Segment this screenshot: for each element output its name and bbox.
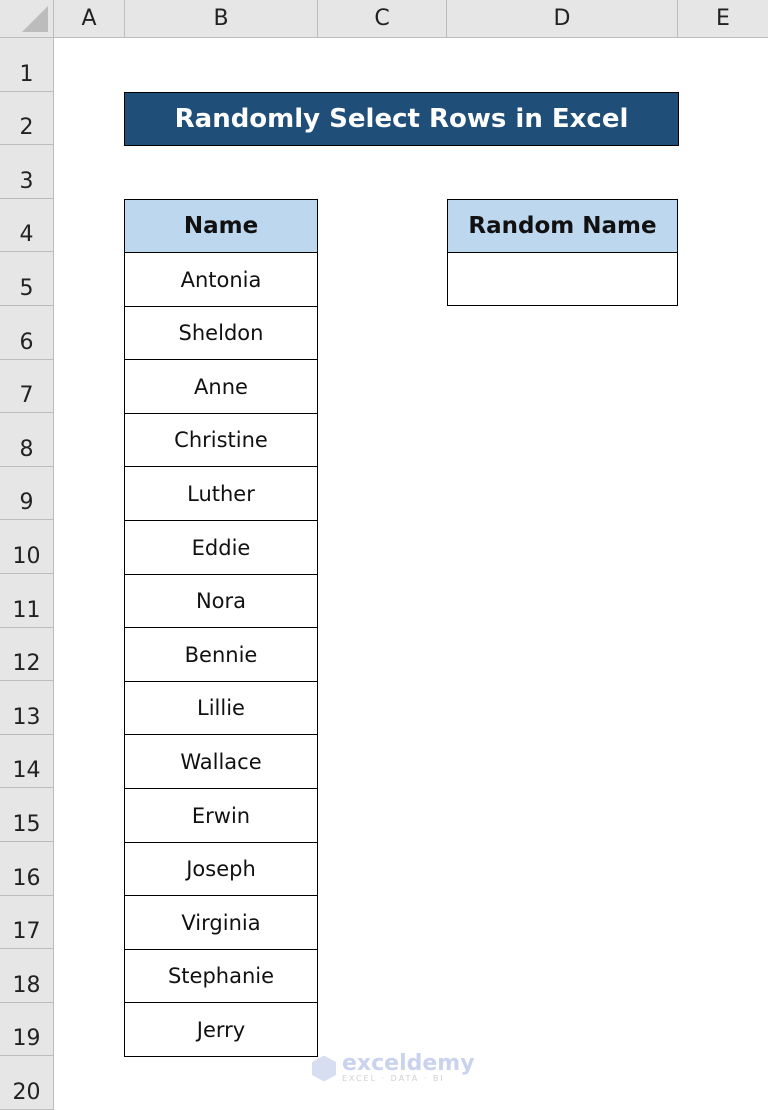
name-cell[interactable]: Virginia <box>124 895 318 951</box>
row-header-18[interactable]: 18 <box>0 949 54 1003</box>
row-header-19[interactable]: 19 <box>0 1002 54 1057</box>
name-cell[interactable]: Wallace <box>124 734 318 790</box>
row-header-14[interactable]: 14 <box>0 734 54 789</box>
column-header-d[interactable]: D <box>447 0 678 38</box>
name-cell[interactable]: Antonia <box>124 252 318 308</box>
exceldemy-logo-icon <box>312 1055 336 1082</box>
row-header-17[interactable]: 17 <box>0 895 54 950</box>
row-header-4[interactable]: 4 <box>0 198 54 253</box>
row-header-3[interactable]: 3 <box>0 145 54 199</box>
name-cell[interactable]: Joseph <box>124 841 318 897</box>
name-cell[interactable]: Erwin <box>124 788 318 844</box>
row-header-16[interactable]: 16 <box>0 842 54 896</box>
select-all-corner[interactable] <box>0 0 54 38</box>
name-cell[interactable]: Bennie <box>124 627 318 683</box>
row-header-20[interactable]: 20 <box>0 1056 54 1110</box>
row-header-15[interactable]: 15 <box>0 788 54 842</box>
watermark-brand: exceldemy <box>342 1051 475 1076</box>
name-cell[interactable]: Eddie <box>124 520 318 576</box>
name-cell[interactable]: Sheldon <box>124 305 318 361</box>
row-header-10[interactable]: 10 <box>0 520 54 574</box>
row-header-2[interactable]: 2 <box>0 91 54 146</box>
row-header-6[interactable]: 6 <box>0 306 54 360</box>
row-header-1[interactable]: 1 <box>0 38 54 92</box>
name-cell[interactable]: Jerry <box>124 1002 318 1058</box>
name-cell[interactable]: Stephanie <box>124 948 318 1004</box>
name-cell[interactable]: Christine <box>124 412 318 468</box>
column-header-b[interactable]: B <box>125 0 318 38</box>
row-header-11[interactable]: 11 <box>0 574 54 628</box>
select-all-icon <box>22 6 48 32</box>
name-cell[interactable]: Nora <box>124 573 318 629</box>
name-header-cell[interactable]: Name <box>124 199 318 253</box>
name-cell[interactable]: Luther <box>124 466 318 522</box>
name-cell[interactable]: Lillie <box>124 680 318 736</box>
random-name-result-cell[interactable] <box>447 252 678 306</box>
row-header-9[interactable]: 9 <box>0 466 54 521</box>
column-header-e[interactable]: E <box>678 0 768 38</box>
row-header-13[interactable]: 13 <box>0 681 54 735</box>
row-header-8[interactable]: 8 <box>0 413 54 467</box>
sheet-title: Randomly Select Rows in Excel <box>124 92 679 146</box>
name-cell[interactable]: Anne <box>124 359 318 415</box>
column-header-a[interactable]: A <box>54 0 125 38</box>
column-header-c[interactable]: C <box>318 0 447 38</box>
row-header-5[interactable]: 5 <box>0 252 54 306</box>
row-header-12[interactable]: 12 <box>0 627 54 682</box>
row-header-7[interactable]: 7 <box>0 359 54 414</box>
random-name-header-cell[interactable]: Random Name <box>447 199 678 253</box>
exceldemy-watermark: exceldemy EXCEL · DATA · BI <box>312 1051 475 1083</box>
